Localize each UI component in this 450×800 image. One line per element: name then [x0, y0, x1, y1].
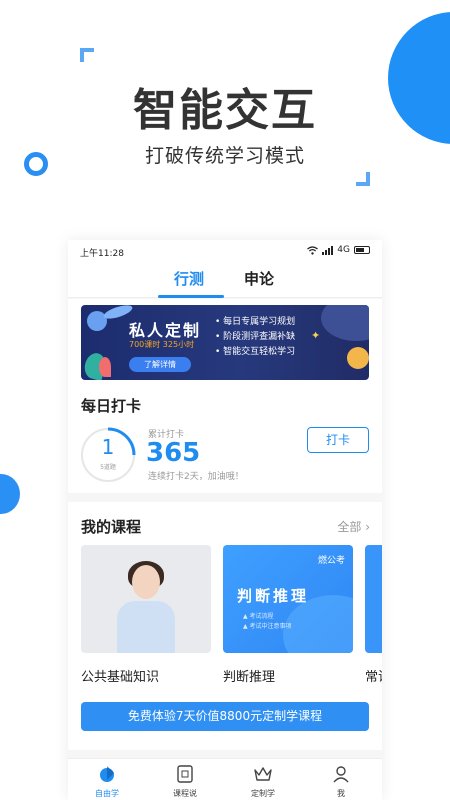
- top-tabs: 行测 申论: [68, 262, 382, 298]
- nav-label: 定制学: [251, 789, 275, 798]
- nav-label: 自由学: [95, 789, 119, 798]
- nav-label: 课程说: [173, 789, 197, 798]
- star-icon: ✦: [311, 329, 321, 342]
- accumulated-value: 365: [146, 438, 201, 468]
- network-label: 4G: [337, 245, 350, 255]
- course-card-judgment-reasoning[interactable]: 燃公考 判断推理 ▲ 考试流程 ▲ 考试中注意事项: [223, 545, 353, 653]
- streak-tip: 连续打卡2天，加油哦！: [148, 472, 244, 482]
- crown-icon: [254, 767, 272, 781]
- my-courses-section: 我的课程 全部 › 公共基础知识 燃公考 判断推理 ▲ 考试流程 ▲ 考试中注意…: [68, 502, 382, 750]
- tab-shenlun[interactable]: 申论: [244, 268, 274, 289]
- signal-icon: [322, 245, 334, 255]
- nav-me[interactable]: 我: [302, 759, 380, 800]
- free-trial-button[interactable]: 免费体验7天价值8800元定制学课程: [81, 702, 369, 731]
- card-brand-tag: 燃公考: [317, 556, 345, 566]
- nav-custom-study[interactable]: 定制学: [224, 759, 302, 800]
- banner-feature: • 智能交互轻松学习: [215, 347, 296, 357]
- status-bar: 上午11:28 4G: [68, 240, 382, 262]
- tab-xingce[interactable]: 行测: [174, 268, 204, 289]
- banner-feature: • 每日专属学习规划: [215, 317, 296, 327]
- my-courses-title: 我的课程: [81, 518, 142, 536]
- status-time: 上午11:28: [80, 249, 124, 259]
- banner-feature: • 阶段测评查漏补缺: [215, 332, 296, 342]
- nav-course-talk[interactable]: 课程说: [146, 759, 224, 800]
- course-label[interactable]: 判断推理: [223, 666, 275, 685]
- private-custom-banner[interactable]: ✦ 私人定制 700课时 325小时 了解详情 • 每日专属学习规划 • 阶段测…: [81, 305, 369, 380]
- course-card-public-basics[interactable]: [81, 545, 211, 653]
- promo-screen: 智能交互 打破传统学习模式 上午11:28 4G 行测 申论 ✦ 私人定制 70…: [0, 0, 450, 800]
- status-icons: 4G: [307, 245, 370, 255]
- battery-icon: [354, 246, 370, 254]
- corner-bracket-bottom-right: [356, 172, 370, 186]
- wifi-icon: [307, 245, 319, 255]
- banner-title: 私人定制: [129, 321, 202, 340]
- checkin-button[interactable]: 打卡: [307, 427, 369, 453]
- progress-ring-value: 1: [101, 435, 115, 459]
- hero-subtitle: 打破传统学习模式: [144, 145, 305, 167]
- corner-bracket-top-left: [80, 48, 94, 62]
- card-note: ▲ 考试流程: [243, 613, 274, 620]
- active-tab-indicator: [158, 295, 224, 298]
- phone-screen: 上午11:28 4G 行测 申论 ✦ 私人定制 700课时 325小时 了解详情…: [68, 240, 382, 800]
- teacher-body: [117, 601, 175, 653]
- course-label[interactable]: 公共基础知识: [81, 666, 159, 685]
- course-label[interactable]: 常识: [365, 666, 382, 685]
- banner-hours: 700课时 325小时: [129, 340, 195, 349]
- all-courses-link[interactable]: 全部 ›: [337, 518, 370, 535]
- card-title: 判断推理: [237, 587, 310, 605]
- banner-learn-more-button[interactable]: 了解详情: [129, 357, 191, 372]
- moon-icon: [347, 347, 369, 369]
- hero-title: 智能交互: [133, 85, 317, 136]
- card-note: ▲ 考试中注意事项: [243, 623, 292, 630]
- nav-free-study[interactable]: 自由学: [68, 759, 146, 800]
- nav-label: 我: [337, 789, 345, 798]
- bottom-nav: 自由学 课程说 定制学 我: [68, 758, 382, 800]
- course-talk-icon: [177, 765, 193, 783]
- progress-ring-caption: 5道题: [100, 464, 116, 471]
- person-icon: [333, 766, 349, 783]
- free-study-icon: [100, 766, 114, 782]
- leaf-decoration-small: [99, 357, 111, 377]
- decorative-half-circle: [0, 474, 20, 514]
- top-section: ✦ 私人定制 700课时 325小时 了解详情 • 每日专属学习规划 • 阶段测…: [68, 299, 382, 493]
- banner-feature-list: • 每日专属学习规划 • 阶段测评查漏补缺 • 智能交互轻松学习: [215, 315, 295, 360]
- daily-checkin-title: 每日打卡: [81, 397, 142, 415]
- course-card-partial[interactable]: [365, 545, 382, 653]
- teacher-avatar: [132, 565, 160, 599]
- cloud-decoration: [321, 305, 369, 341]
